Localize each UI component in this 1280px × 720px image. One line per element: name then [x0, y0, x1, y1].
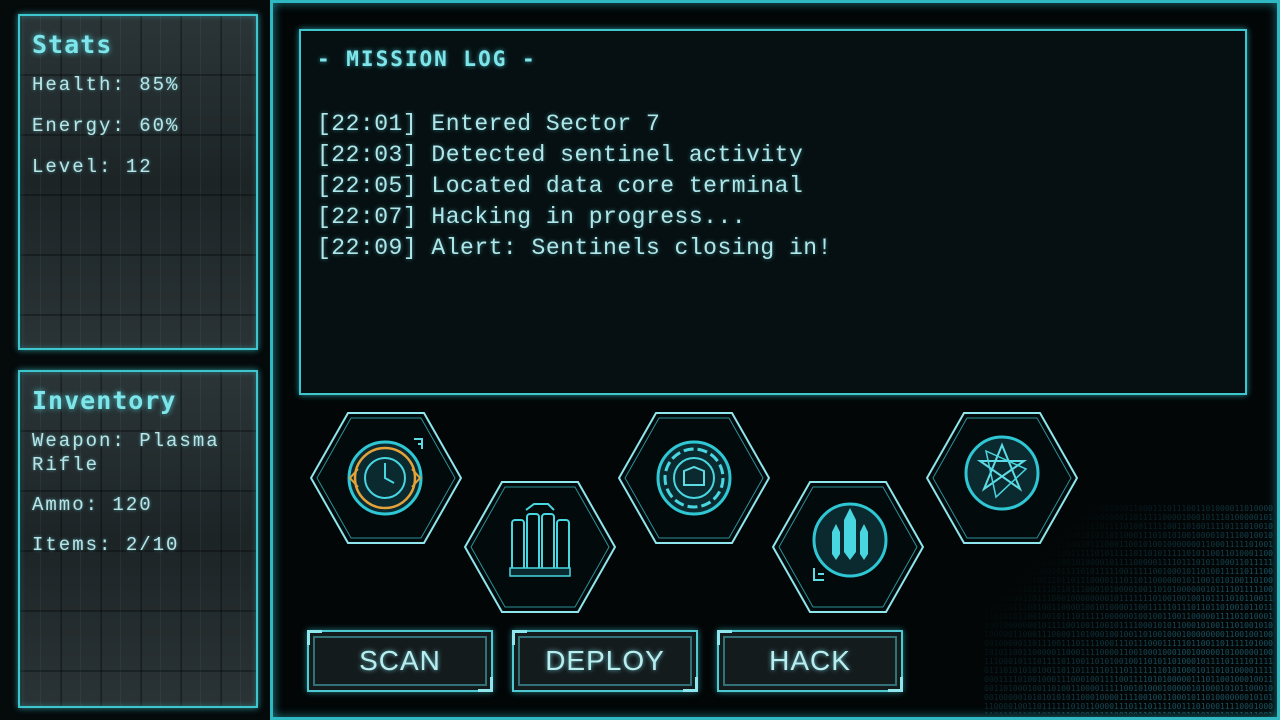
- battery-cells-icon: [464, 481, 616, 613]
- deploy-button[interactable]: DEPLOY: [512, 630, 698, 692]
- ability-missile-button[interactable]: [772, 480, 924, 614]
- ability-battery-button[interactable]: [464, 480, 616, 614]
- timer-shield-icon: [310, 412, 462, 544]
- log-entry: [22:01] Entered Sector 7: [317, 111, 661, 137]
- stats-title: Stats: [32, 30, 113, 59]
- ability-shield-button[interactable]: [618, 411, 770, 545]
- log-entry: [22:07] Hacking in progress...: [317, 204, 747, 230]
- shield-module-icon: [618, 412, 770, 544]
- stats-panel: Stats Health: 85% Energy: 60% Level: 12: [18, 14, 258, 350]
- missile-barrage-icon: [772, 481, 924, 613]
- data-stream-decoration: 0101001001110110101011100000001100011101…: [984, 504, 1273, 714]
- weapon-stat: Weapon: Plasma Rifle: [32, 430, 220, 476]
- log-entry: [22:05] Located data core terminal: [317, 173, 804, 199]
- hack-button[interactable]: HACK: [717, 630, 903, 692]
- log-entry: [22:09] Alert: Sentinels closing in!: [317, 235, 832, 261]
- health-stat: Health: 85%: [32, 74, 180, 96]
- inventory-panel: Inventory Weapon: Plasma Rifle Ammo: 120…: [18, 370, 258, 708]
- scan-button[interactable]: SCAN: [307, 630, 493, 692]
- mission-log-panel: - MISSION LOG - [22:01] Entered Sector 7…: [299, 29, 1247, 395]
- level-stat: Level: 12: [32, 156, 153, 178]
- mission-log-title: - MISSION LOG -: [317, 47, 537, 71]
- ability-timer-shield-button[interactable]: [310, 411, 462, 545]
- items-stat: Items: 2/10: [32, 534, 180, 556]
- log-entry: [22:03] Detected sentinel activity: [317, 142, 804, 168]
- inventory-title: Inventory: [32, 386, 177, 415]
- sidebar: Stats Health: 85% Energy: 60% Level: 12 …: [0, 0, 273, 720]
- ammo-stat: Ammo: 120: [32, 494, 153, 516]
- energy-stat: Energy: 60%: [32, 115, 180, 137]
